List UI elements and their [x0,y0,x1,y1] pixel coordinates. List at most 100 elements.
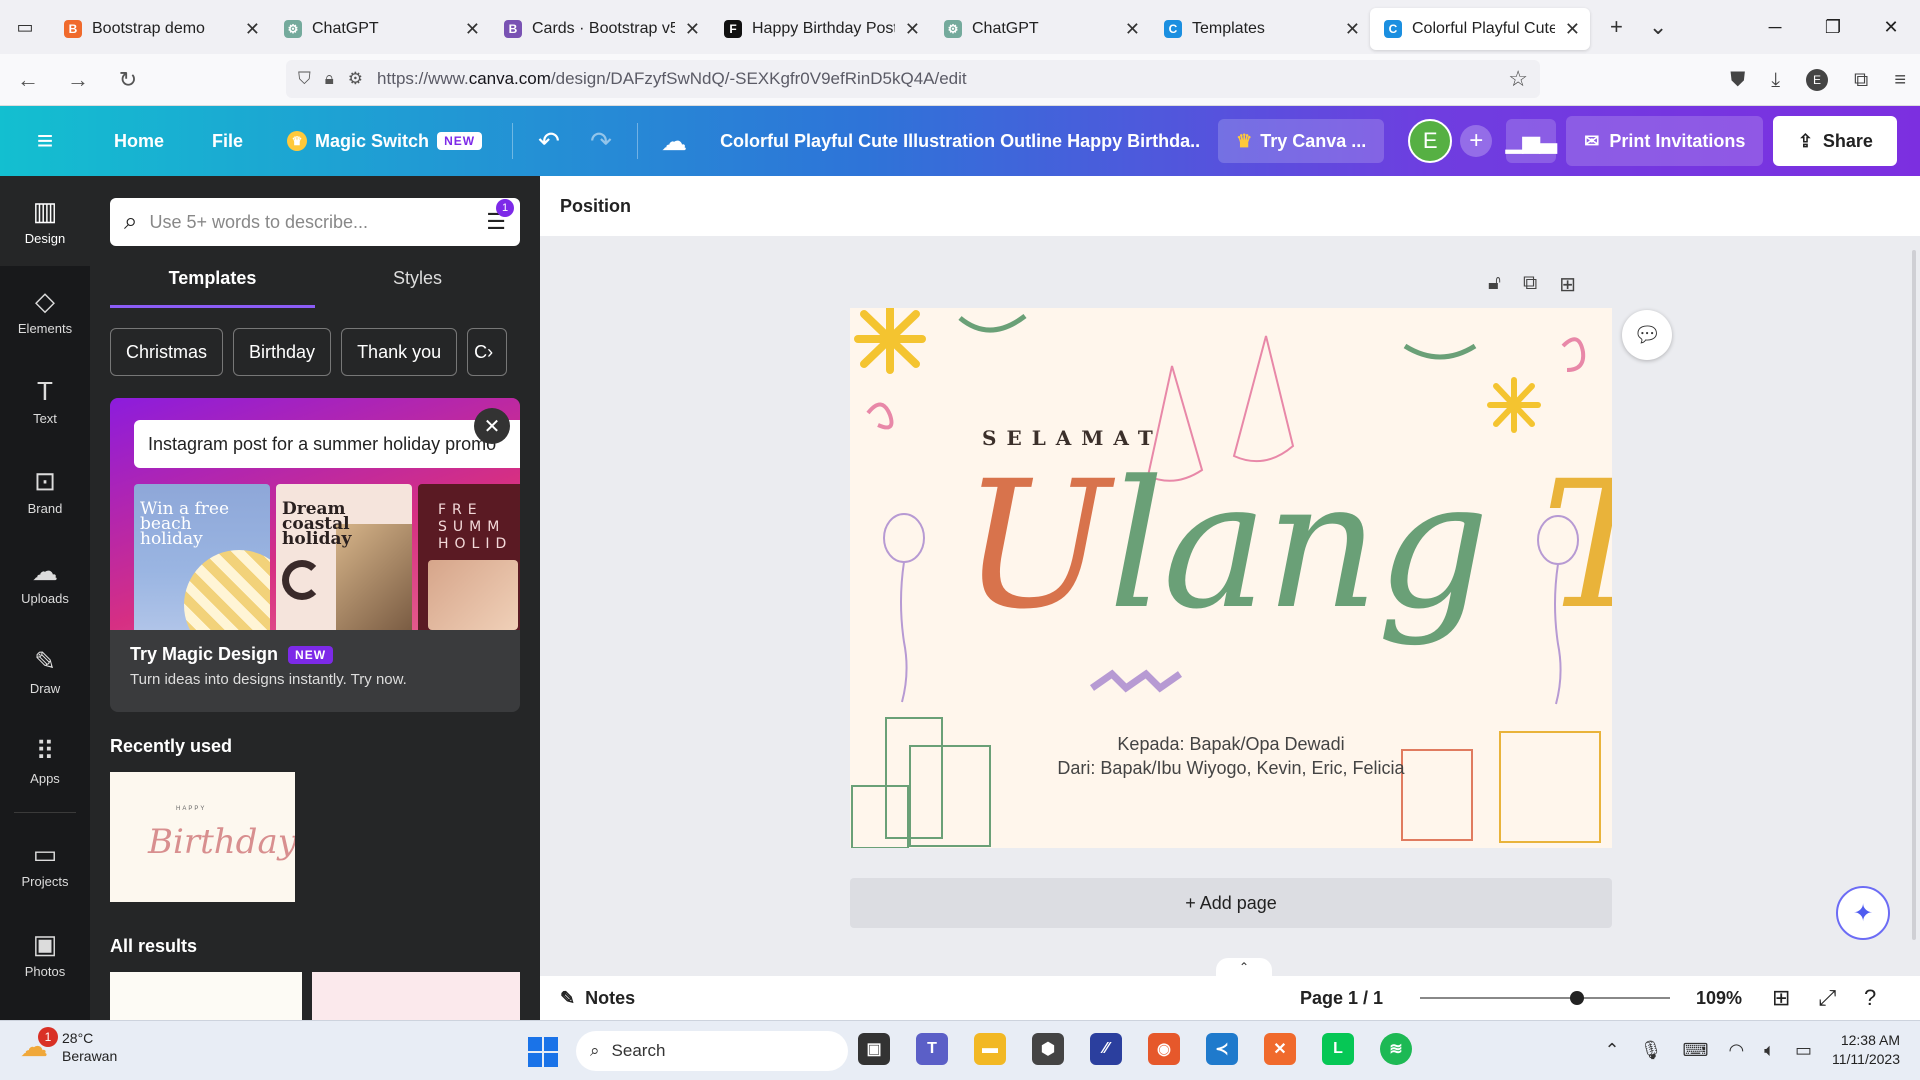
template-result[interactable] [110,972,302,1020]
rail-item-projects[interactable]: ▭ Projects [0,819,90,909]
notes-button[interactable]: ✎ Notes [540,988,635,1009]
tab-list-icon[interactable]: ▭ [0,0,50,54]
show-pages-chevron-icon[interactable]: ⌃ [1216,958,1272,976]
browser-tab[interactable]: F Happy Birthday Poster ✕ [710,8,930,50]
add-comment-icon[interactable]: 💬︎ [1622,310,1672,360]
position-button[interactable]: Position [560,196,631,217]
print-invitations-button[interactable]: ✉ Print Invitations [1566,116,1764,166]
add-collaborator-button[interactable]: + [1460,125,1493,157]
rail-item-brand[interactable]: ⊡ Brand [0,446,90,536]
browser-tab[interactable]: ⚙ ChatGPT ✕ [930,8,1150,50]
analytics-icon[interactable]: ▁▅▃ [1506,119,1557,163]
fullscreen-icon[interactable]: ⤢ [1818,985,1836,1011]
vertical-scrollbar[interactable] [1912,250,1916,940]
browser-tab[interactable]: ⚙ ChatGPT ✕ [270,8,490,50]
close-tab-icon[interactable]: ✕ [1565,19,1580,40]
promo-thumbnail[interactable]: FRE SUMM HOLID [418,484,520,630]
cloud-saved-icon[interactable]: ☁ [648,126,700,157]
hamburger-menu-icon[interactable]: ≡ [0,125,90,157]
chip-christmas[interactable]: Christmas [110,328,224,376]
zoom-value[interactable]: 109% [1696,988,1742,1009]
extensions-icon[interactable]: ⧉ [1854,69,1868,92]
pocket-icon[interactable]: ⛊ [1730,69,1745,92]
ulang-tahun-title[interactable]: Ulang Tahun [962,458,1612,634]
chevron-up-icon[interactable]: ⌃ [1605,1040,1620,1061]
task-view-icon[interactable]: ▣ [858,1033,890,1065]
magic-switch-button[interactable]: ♛ Magic Switch NEW [267,131,502,152]
close-tab-icon[interactable]: ✕ [1125,19,1140,40]
line-icon[interactable]: L [1322,1033,1354,1065]
close-tab-icon[interactable]: ✕ [685,19,700,40]
close-tab-icon[interactable]: ✕ [465,19,480,40]
help-icon[interactable]: ? [1864,985,1876,1011]
user-avatar[interactable]: E [1408,119,1453,163]
browser-tab[interactable]: C Templates ✕ [1150,8,1370,50]
promo-thumbnail[interactable]: Dream coastal holiday [276,484,412,630]
restore-icon[interactable]: ❐ [1804,0,1862,54]
browser-tab[interactable]: C Colorful Playful Cute Ill ✕ [1370,8,1590,50]
tab-templates[interactable]: Templates [110,268,315,308]
lock-icon[interactable]: 🔓︎ [1488,272,1501,297]
template-result[interactable] [312,972,520,1020]
battery-icon[interactable]: ▭ [1795,1040,1812,1061]
share-button[interactable]: ⇪ Share [1773,116,1898,166]
keyboard-icon[interactable]: ⌨ [1682,1040,1708,1061]
tab-styles[interactable]: Styles [315,268,520,308]
rail-item-elements[interactable]: ◇ Elements [0,266,90,356]
downloads-icon[interactable]: ⤓ [1771,69,1780,92]
zoom-slider[interactable] [1420,991,1670,1005]
chip-scroll-right[interactable]: C › [467,328,508,376]
teams-icon[interactable]: T [916,1033,948,1065]
close-tab-icon[interactable]: ✕ [905,19,920,40]
back-arrow-icon[interactable]: ← [6,60,50,100]
rail-item-text[interactable]: T Text [0,356,90,446]
design-page[interactable]: SELAMAT Ulang Tahun Kepada: Bapak/Opa De… [850,308,1612,848]
recent-design-thumbnail[interactable]: HAPPY Birthday [110,772,295,902]
file-menu[interactable]: File [188,131,267,152]
microphone-icon[interactable]: 🎙︎ [1640,1040,1663,1061]
undo-icon[interactable]: ↶ [523,126,575,157]
permissions-icon[interactable]: ⚙ [348,69,363,89]
close-tab-icon[interactable]: ✕ [245,19,260,40]
tab-overflow-chevron-icon[interactable]: ⌄ [1649,14,1667,40]
spotify-icon[interactable]: ≋ [1380,1033,1412,1065]
new-tab-icon[interactable]: + [1610,14,1623,40]
zoom-slider-handle[interactable] [1570,991,1584,1005]
taskbar-search[interactable]: ⌕ Search [576,1031,848,1071]
filter-icon[interactable]: ☰ 1 [486,199,514,235]
page-indicator[interactable]: Page 1 / 1 [1300,988,1383,1009]
rail-item-draw[interactable]: ✎ Draw [0,626,90,716]
app-icon[interactable]: ⬢ [1032,1033,1064,1065]
chip-birthday[interactable]: Birthday [233,328,332,376]
clock[interactable]: 12:38 AM 11/11/2023 [1832,1031,1900,1069]
profile-avatar[interactable]: E [1806,69,1829,91]
address-bar[interactable]: ⛉ 🔒︎ ⚙ https://www.canva.com/design/DAFz… [286,60,1540,98]
wifi-icon[interactable]: ◠ [1728,1040,1744,1061]
xampp-icon[interactable]: ✕ [1264,1033,1296,1065]
try-canva-pro-button[interactable]: ♛ Try Canva ... [1218,119,1385,163]
magic-design-promo[interactable]: Instagram post for a summer holiday prom… [110,398,520,712]
close-window-icon[interactable]: ✕ [1862,0,1920,54]
chip-thank-you[interactable]: Thank you [341,328,458,376]
add-page-button[interactable]: + Add page [850,878,1612,928]
rail-item-apps[interactable]: ⠿ Apps [0,716,90,806]
weather-widget[interactable]: ☁ 1 28°C Berawan [20,1027,117,1065]
bookmark-star-icon[interactable]: ☆ [1508,66,1528,92]
browser-tab[interactable]: B Cards · Bootstrap v5.3 ✕ [490,8,710,50]
promo-thumbnail[interactable]: Win a free beach holiday [134,484,270,630]
rail-item-uploads[interactable]: ☁ Uploads [0,536,90,626]
search-input[interactable] [149,211,475,233]
minimize-icon[interactable]: ─ [1746,0,1804,54]
volume-icon[interactable]: 🔈︎ [1764,1040,1775,1061]
redo-icon[interactable]: ↷ [575,126,627,157]
duplicate-page-icon[interactable]: ⧉ [1523,272,1537,297]
file-explorer-icon[interactable]: ▬ [974,1033,1006,1065]
rail-item-design[interactable]: ▥ Design [0,176,90,266]
close-tab-icon[interactable]: ✕ [1345,19,1360,40]
browser-tab[interactable]: B Bootstrap demo ✕ [50,8,270,50]
add-page-icon[interactable]: ⊞ [1559,272,1576,297]
shield-icon[interactable]: ⛉ [298,69,311,89]
forward-arrow-icon[interactable]: → [56,60,100,100]
lock-icon[interactable]: 🔒︎ [325,69,334,89]
browser-menu-icon[interactable]: ≡ [1894,69,1906,92]
